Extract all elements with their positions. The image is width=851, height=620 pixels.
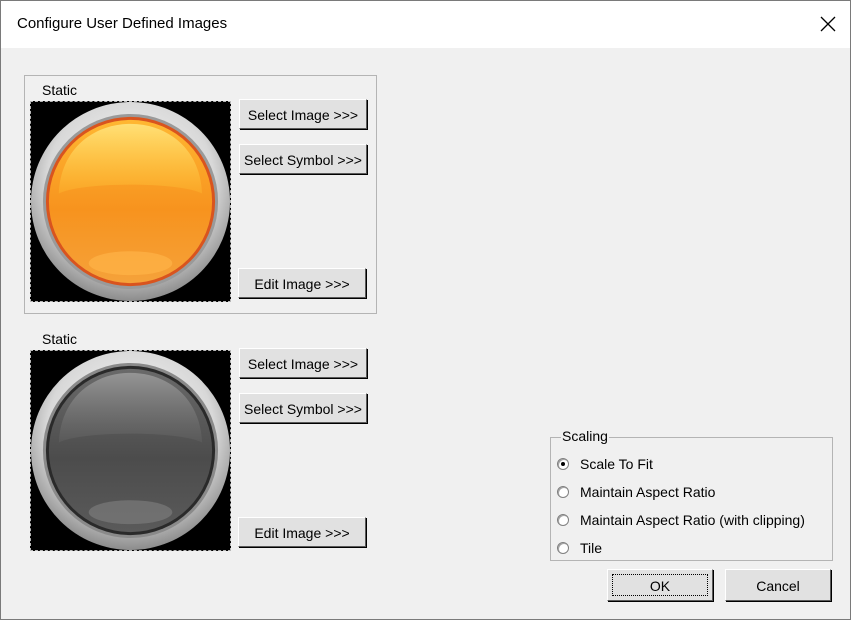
select-image-button-1[interactable]: Select Image >>> bbox=[239, 99, 367, 129]
close-icon bbox=[820, 16, 836, 32]
edit-image-button-1[interactable]: Edit Image >>> bbox=[238, 268, 366, 298]
cancel-button[interactable]: Cancel bbox=[725, 569, 831, 601]
title-bar: Configure User Defined Images bbox=[0, 0, 851, 49]
scaling-group-label: Scaling bbox=[561, 428, 609, 444]
select-symbol-button-2[interactable]: Select Symbol >>> bbox=[239, 393, 367, 423]
radio-button-checked[interactable] bbox=[557, 458, 569, 470]
ok-button[interactable]: OK bbox=[607, 569, 713, 601]
select-image-button-2[interactable]: Select Image >>> bbox=[239, 348, 367, 378]
group-label-static-1: Static bbox=[41, 82, 79, 98]
radio-button[interactable] bbox=[557, 486, 569, 498]
close-button[interactable] bbox=[805, 0, 851, 48]
ok-button-label: OK bbox=[612, 574, 708, 596]
edit-image-button-2[interactable]: Edit Image >>> bbox=[238, 517, 366, 547]
radio-button[interactable] bbox=[557, 542, 569, 554]
radio-label: Tile bbox=[580, 540, 603, 556]
radio-maintain-aspect-ratio-clipping[interactable]: Maintain Aspect Ratio (with clipping) bbox=[557, 510, 805, 530]
radio-scale-to-fit[interactable]: Scale To Fit bbox=[557, 454, 653, 474]
radio-label: Scale To Fit bbox=[580, 456, 653, 472]
radio-label: Maintain Aspect Ratio (with clipping) bbox=[580, 512, 805, 528]
radio-label: Maintain Aspect Ratio bbox=[580, 484, 716, 500]
select-symbol-button-1[interactable]: Select Symbol >>> bbox=[239, 144, 367, 174]
image-preview-1[interactable] bbox=[30, 101, 231, 302]
group-label-static-2: Static bbox=[41, 331, 79, 347]
orange-round-button-icon bbox=[31, 102, 230, 301]
image-preview-2[interactable] bbox=[30, 350, 231, 551]
radio-maintain-aspect-ratio[interactable]: Maintain Aspect Ratio bbox=[557, 482, 715, 502]
radio-button[interactable] bbox=[557, 514, 569, 526]
window-title: Configure User Defined Images bbox=[17, 15, 228, 32]
radio-tile[interactable]: Tile bbox=[557, 538, 602, 558]
scaling-group: Scaling Scale To Fit Maintain Aspect Rat… bbox=[550, 428, 833, 561]
gray-round-button-icon bbox=[31, 351, 230, 550]
